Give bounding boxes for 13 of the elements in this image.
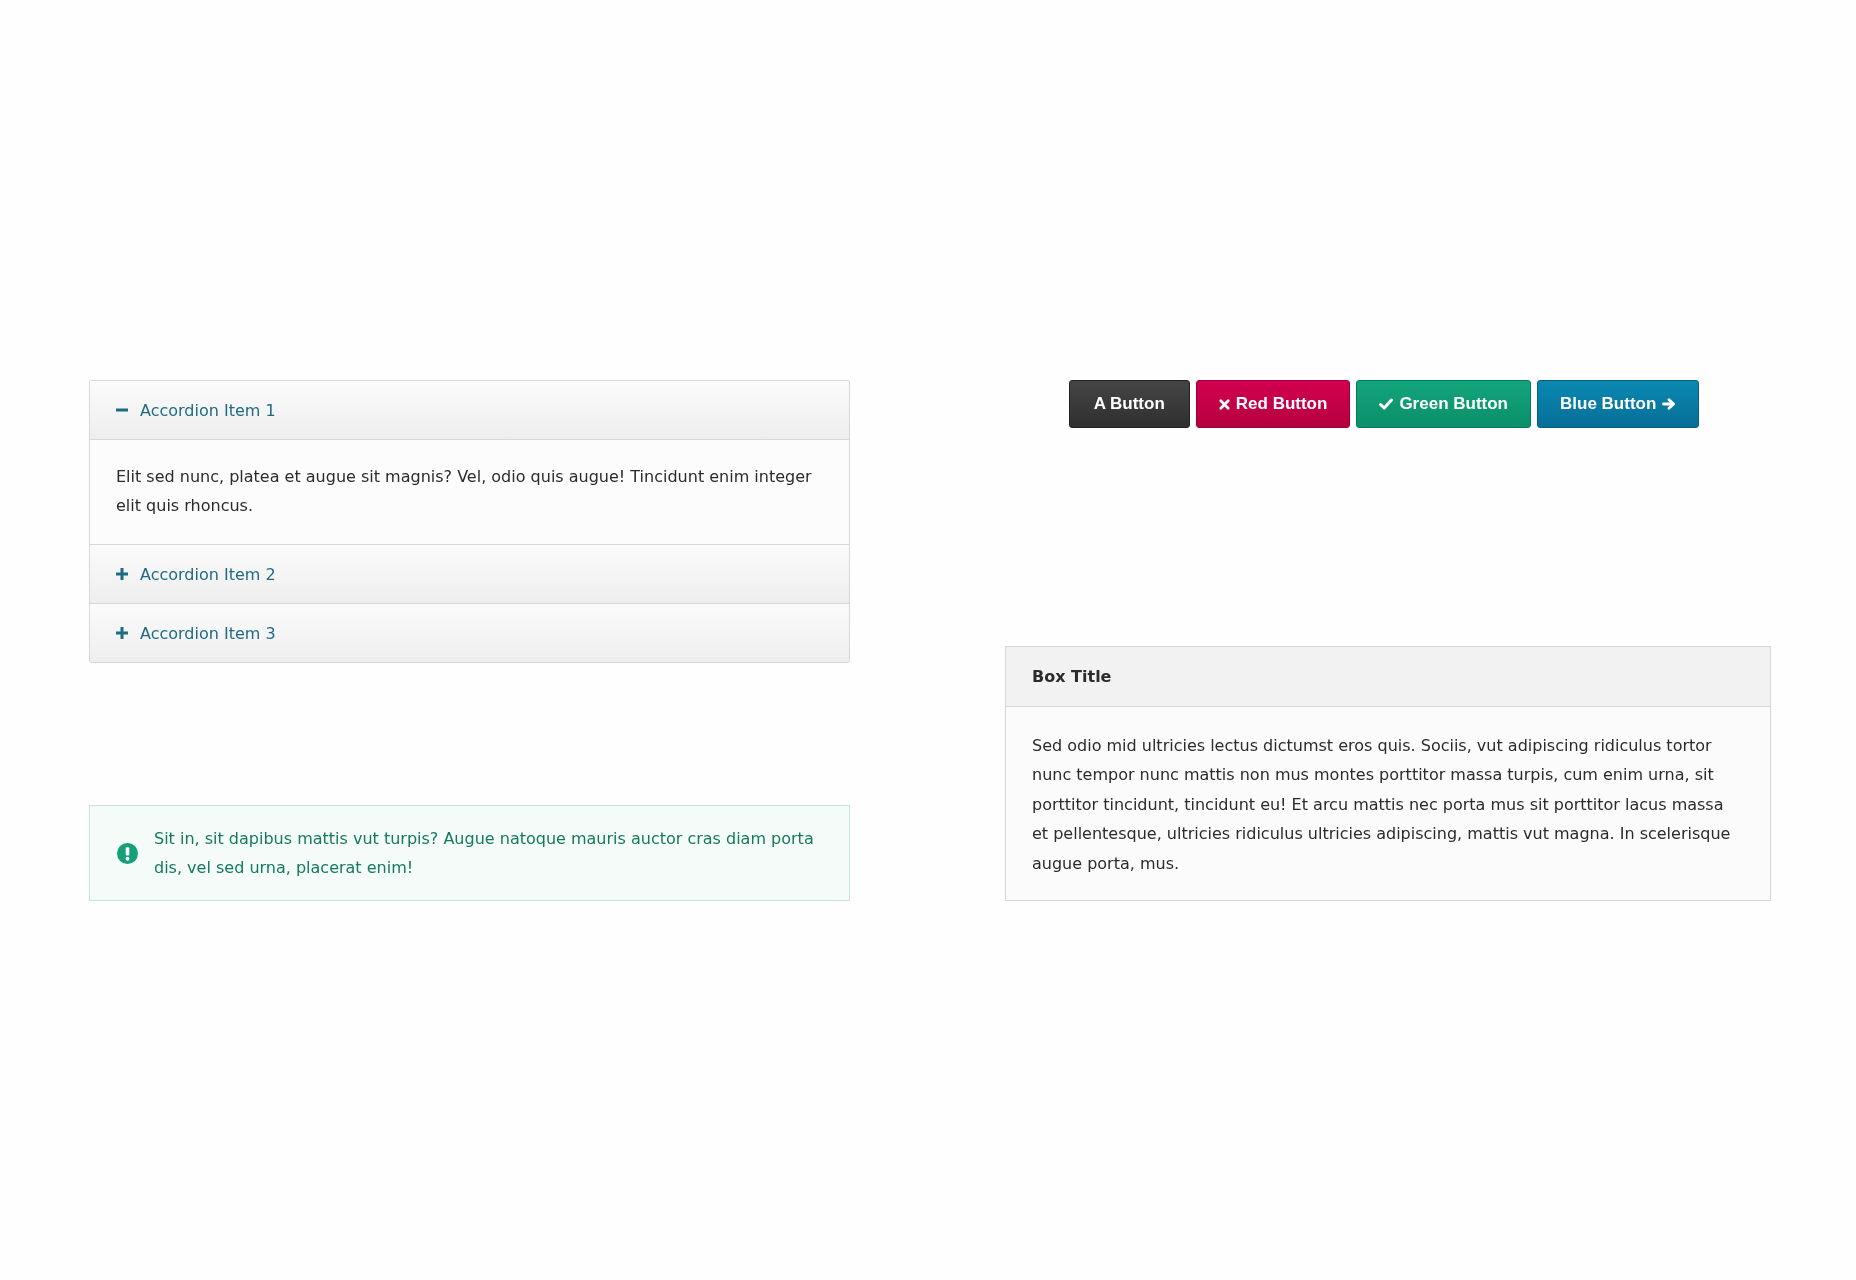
confirm-button[interactable]: Green Button [1356,380,1531,428]
exclamation-icon [117,842,138,864]
box-text: Sed odio mid ultricies lectus dictumst eros quis. Sociis, vut adipiscing ridiculus tortor nunc tempor nunc mattis non mus montes porttitor massa turpis, cum enim urna, sit porttitor tincidunt, tincidunt eu! Et arcu mattis nec porta mus sit porttitor lacus massa et pellentesque, ultricies ridiculus ultricies adipiscing, mattis vut magna. In scelerisque augue porta, mus. [1032,734,1732,875]
plain-button[interactable]: A Button [1068,380,1190,428]
accordion-header[interactable]: Accordion Item 1 [90,381,849,439]
alert-message: Sit in, sit dapibus mattis vut turpis? Augue natoque mauris auctor cras diam porta dis, vel sed urna, placerat enim! [154,828,815,879]
cancel-button[interactable]: Red Button [1195,380,1351,428]
arrow-right-icon [1662,398,1677,410]
next-button[interactable]: Blue Button [1537,380,1700,428]
checkmark-icon [1379,398,1394,410]
close-icon [1218,398,1230,410]
accordion-content: Elit sed nunc, platea et augue sit magnis? Vel, odio quis augue! Tincidunt enim integer elit quis rhoncus. [116,466,813,517]
box-title: Box Title [1032,666,1112,686]
